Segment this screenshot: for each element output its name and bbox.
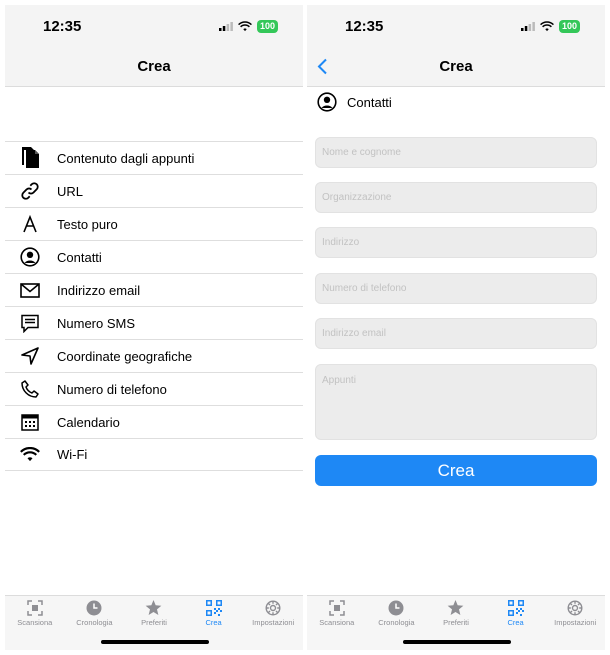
tab-scan[interactable]: Scansiona bbox=[307, 596, 367, 650]
menu-item-label: Coordinate geografiche bbox=[57, 348, 193, 364]
menu-item-label: Testo puro bbox=[57, 216, 118, 232]
star-icon bbox=[448, 600, 464, 615]
tab-scan[interactable]: Scansiona bbox=[5, 596, 65, 650]
name-field[interactable] bbox=[315, 137, 597, 168]
menu-item-email[interactable]: Indirizzo email bbox=[5, 273, 303, 306]
person-circle-icon bbox=[317, 92, 337, 112]
home-indicator bbox=[403, 640, 511, 644]
message-icon bbox=[5, 314, 55, 333]
home-indicator bbox=[101, 640, 209, 644]
menu-item-label: URL bbox=[57, 183, 84, 199]
battery-indicator: 100 bbox=[256, 20, 278, 33]
qr-scan-icon bbox=[329, 600, 345, 616]
tab-label: Scansiona bbox=[17, 618, 53, 627]
qr-code-icon bbox=[507, 600, 524, 616]
menu-item-calendar[interactable]: Calendario bbox=[5, 405, 303, 438]
status-icons: 100 bbox=[218, 20, 278, 33]
status-time: 12:35 bbox=[43, 18, 82, 35]
qr-code-icon bbox=[205, 600, 222, 616]
tab-label: Impostazioni bbox=[252, 618, 295, 627]
menu-item-label: Wi-Fi bbox=[57, 447, 88, 462]
envelope-icon bbox=[5, 282, 55, 298]
battery-indicator: 100 bbox=[558, 20, 580, 33]
wifi-status-icon bbox=[238, 21, 252, 32]
menu-item-coordinates[interactable]: Coordinate geografiche bbox=[5, 339, 303, 372]
contact-header: Contatti bbox=[317, 92, 392, 112]
clock-icon bbox=[86, 600, 102, 616]
menu-item-plain-text[interactable]: Testo puro bbox=[5, 207, 303, 240]
page-title: Crea bbox=[137, 58, 171, 75]
contact-form-screen: 12:35 100 Crea Contatti Crea Scansiona C… bbox=[307, 5, 605, 650]
page-title: Crea bbox=[439, 58, 473, 75]
location-arrow-icon bbox=[5, 347, 55, 365]
menu-item-label: Contenuto dagli appunti bbox=[57, 150, 195, 166]
create-button[interactable]: Crea bbox=[315, 455, 597, 486]
section-title: Contatti bbox=[347, 94, 392, 110]
link-icon bbox=[5, 181, 55, 201]
tab-settings[interactable]: Impostazioni bbox=[545, 596, 605, 650]
status-time: 12:35 bbox=[345, 18, 384, 35]
menu-item-label: Numero SMS bbox=[57, 315, 136, 331]
create-menu-screen: 12:35 100 Crea Contenuto dagli appunti U… bbox=[5, 5, 303, 650]
create-type-list: Contenuto dagli appunti URL Testo puro C… bbox=[5, 141, 303, 471]
menu-item-url[interactable]: URL bbox=[5, 174, 303, 207]
notes-field[interactable] bbox=[315, 364, 597, 440]
status-bar: 12:35 100 bbox=[307, 5, 605, 49]
wifi-status-icon bbox=[540, 21, 554, 32]
wifi-icon bbox=[5, 447, 55, 462]
status-bar: 12:35 100 bbox=[5, 5, 303, 49]
tab-label: Preferiti bbox=[443, 618, 469, 627]
tab-label: Crea bbox=[205, 618, 222, 627]
navigation-bar: Crea bbox=[5, 49, 303, 87]
phone-field[interactable] bbox=[315, 273, 597, 304]
tab-label: Cronologia bbox=[76, 618, 113, 627]
clipboard-icon bbox=[5, 147, 55, 169]
menu-item-wifi[interactable]: Wi-Fi bbox=[5, 438, 303, 471]
address-field[interactable] bbox=[315, 227, 597, 258]
text-icon bbox=[5, 215, 55, 233]
qr-scan-icon bbox=[27, 600, 43, 616]
menu-item-sms[interactable]: Numero SMS bbox=[5, 306, 303, 339]
menu-item-label: Contatti bbox=[57, 249, 102, 265]
status-icons: 100 bbox=[520, 20, 580, 33]
tab-label: Preferiti bbox=[141, 618, 167, 627]
tab-label: Crea bbox=[507, 618, 524, 627]
tab-label: Impostazioni bbox=[554, 618, 597, 627]
email-field[interactable] bbox=[315, 318, 597, 349]
tab-label: Scansiona bbox=[319, 618, 355, 627]
gear-icon bbox=[567, 600, 583, 616]
star-icon bbox=[146, 600, 162, 615]
tab-label: Cronologia bbox=[378, 618, 415, 627]
phone-icon bbox=[5, 380, 55, 398]
organization-field[interactable] bbox=[315, 182, 597, 213]
navigation-bar: Crea bbox=[307, 49, 605, 87]
gear-icon bbox=[265, 600, 281, 616]
signal-icon bbox=[520, 22, 535, 31]
menu-item-label: Calendario bbox=[57, 414, 120, 430]
menu-item-clipboard[interactable]: Contenuto dagli appunti bbox=[5, 141, 303, 174]
menu-item-phone[interactable]: Numero di telefono bbox=[5, 372, 303, 405]
clock-icon bbox=[388, 600, 404, 616]
calendar-icon bbox=[5, 413, 55, 431]
menu-item-label: Numero di telefono bbox=[57, 381, 167, 397]
signal-icon bbox=[218, 22, 233, 31]
menu-item-label: Indirizzo email bbox=[57, 282, 141, 298]
tab-settings[interactable]: Impostazioni bbox=[243, 596, 303, 650]
person-circle-icon bbox=[5, 247, 55, 267]
menu-item-contacts[interactable]: Contatti bbox=[5, 240, 303, 273]
